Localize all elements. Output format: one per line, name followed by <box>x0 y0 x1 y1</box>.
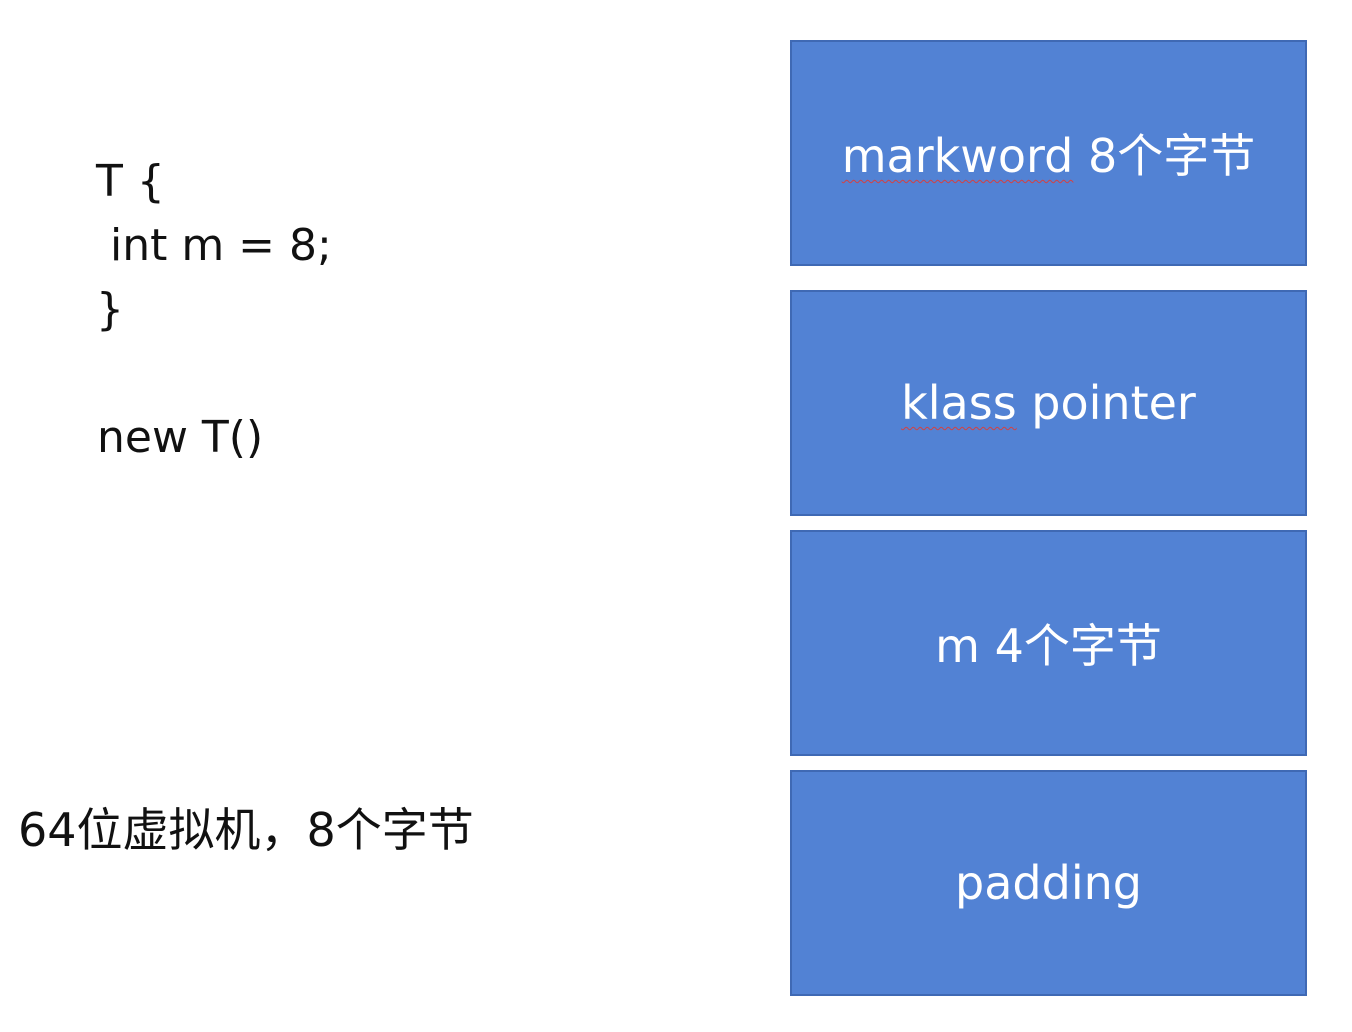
klass-pointer-label-rest: pointer <box>1016 376 1196 430</box>
klass-pointer-label: klass pointer <box>901 376 1196 430</box>
field-m-label: m 4个字节 <box>935 610 1162 676</box>
instantiation-code: new T() <box>97 412 264 463</box>
code-line-field: int m = 8; <box>96 220 332 271</box>
markword-block: markword 8个字节 <box>790 40 1307 266</box>
padding-label: padding <box>955 856 1142 910</box>
code-line-class-open: T { <box>96 156 165 207</box>
padding-label-rest: padding <box>955 856 1142 910</box>
markword-label-word: markword <box>841 129 1074 183</box>
field-m-label-rest: m 4个字节 <box>935 619 1162 673</box>
markword-label-rest: 8个字节 <box>1073 129 1256 183</box>
vm-note: 64位虚拟机，8个字节 <box>18 803 474 857</box>
markword-label: markword 8个字节 <box>842 120 1256 186</box>
class-definition-code: T { int m = 8; } <box>96 150 332 342</box>
padding-block: padding <box>790 770 1307 996</box>
code-line-class-close: } <box>96 284 124 335</box>
object-memory-layout: markword 8个字节 klass pointer m 4个字节 paddi… <box>790 40 1307 998</box>
klass-pointer-block: klass pointer <box>790 290 1307 516</box>
klass-pointer-label-word: klass <box>901 376 1017 430</box>
field-m-block: m 4个字节 <box>790 530 1307 756</box>
